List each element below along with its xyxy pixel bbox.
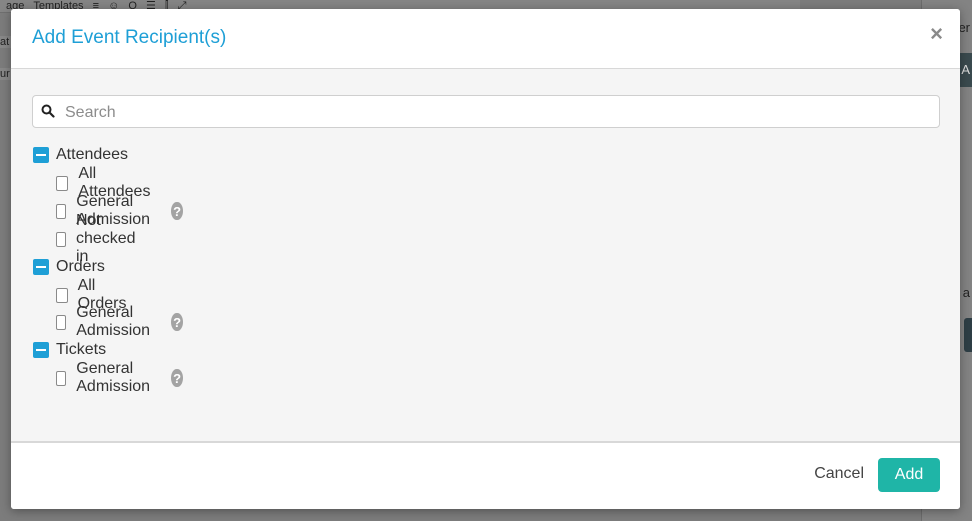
help-icon[interactable]: ? xyxy=(171,369,183,387)
checkbox[interactable] xyxy=(56,175,69,191)
search-field[interactable] xyxy=(32,95,940,129)
checkbox[interactable] xyxy=(56,370,67,386)
collapse-icon[interactable] xyxy=(33,147,49,163)
checkbox[interactable] xyxy=(56,231,66,247)
checkbox[interactable] xyxy=(56,314,67,330)
dialog-title: Add Event Recipient(s) xyxy=(32,27,227,48)
bg-right-button xyxy=(964,318,972,352)
item-label: General Admission xyxy=(76,304,151,339)
group-label: Tickets xyxy=(56,341,107,358)
group-attendees: Attendees xyxy=(33,145,128,165)
checkbox[interactable] xyxy=(56,287,68,303)
list-item: General Admission ? xyxy=(56,304,183,339)
list-item: General Admission ? xyxy=(56,360,183,395)
cancel-button[interactable]: Cancel xyxy=(814,465,864,483)
list-item: Not checked in xyxy=(56,212,141,265)
add-recipients-dialog: Add Event Recipient(s) × Attendees All A… xyxy=(11,9,960,509)
help-icon[interactable]: ? xyxy=(171,202,183,220)
collapse-icon[interactable] xyxy=(33,259,49,275)
dialog-footer: Cancel Add xyxy=(11,441,960,509)
bg-right-fragment: A xyxy=(961,62,970,77)
checkbox[interactable] xyxy=(56,203,67,219)
group-tickets: Tickets xyxy=(33,340,106,360)
group-label: Orders xyxy=(56,258,105,275)
close-icon[interactable]: × xyxy=(930,23,943,45)
add-button[interactable]: Add xyxy=(878,458,940,492)
group-label: Attendees xyxy=(56,146,129,163)
group-orders: Orders xyxy=(33,257,105,277)
dialog-header: Add Event Recipient(s) × xyxy=(11,9,960,69)
list-item: All Orders xyxy=(56,277,130,312)
help-icon[interactable]: ? xyxy=(171,313,183,331)
item-label: General Admission xyxy=(76,360,151,395)
collapse-icon[interactable] xyxy=(33,342,49,358)
list-item: All Attendees xyxy=(56,165,153,200)
bg-right-fragment: er xyxy=(958,20,970,35)
search-icon xyxy=(41,104,55,118)
search-input[interactable] xyxy=(63,96,927,129)
